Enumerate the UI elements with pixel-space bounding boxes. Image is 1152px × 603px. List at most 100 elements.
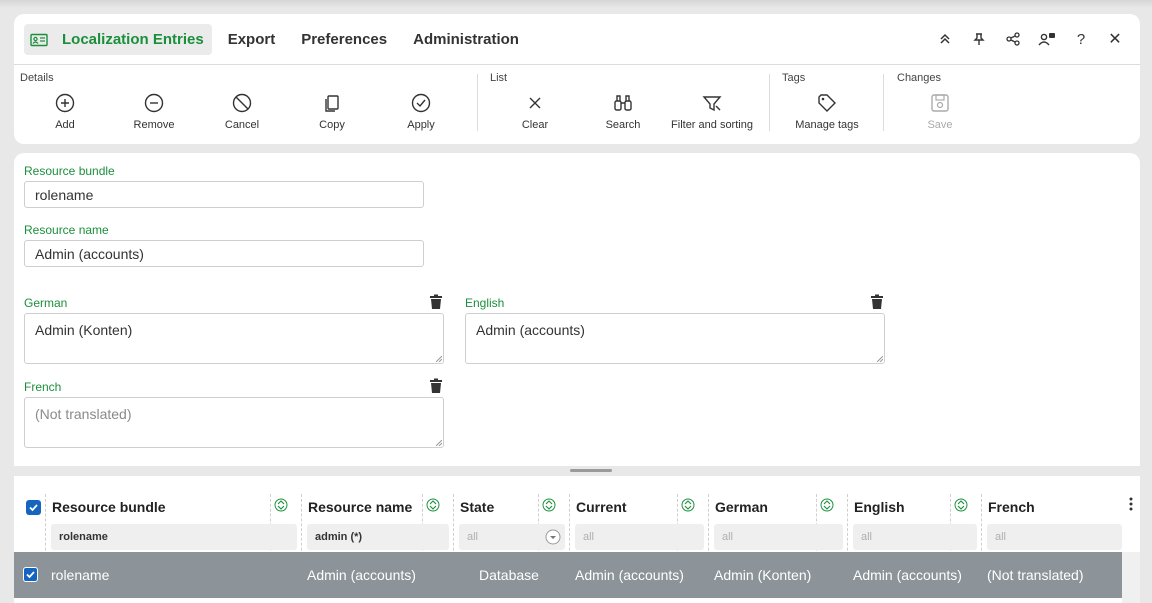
filter-state[interactable]: all [459, 524, 565, 550]
resize-grip-icon[interactable] [436, 440, 442, 446]
resource-bundle-field[interactable]: rolename [24, 181, 424, 208]
resource-bundle-label: Resource bundle [24, 164, 115, 178]
id-card-icon [30, 33, 48, 46]
pin-button[interactable] [962, 26, 996, 52]
filter-german[interactable]: all [714, 524, 843, 550]
tab-export[interactable]: Export [218, 24, 286, 55]
sort-icon[interactable] [274, 497, 288, 513]
table-row[interactable]: rolename Admin (accounts) Database Admin… [14, 552, 1122, 598]
cell-resource-bundle: rolename [51, 567, 110, 583]
row-checkbox[interactable] [23, 567, 38, 582]
apply-label: Apply [407, 119, 435, 131]
window-actions: ? ✕ [928, 26, 1132, 52]
splitter-handle[interactable] [570, 469, 612, 472]
user-admin-icon [1038, 33, 1055, 46]
collapse-up-button[interactable] [928, 26, 962, 52]
german-label: German [24, 296, 68, 310]
column-header-english[interactable]: English [854, 496, 905, 518]
clear-label: Clear [521, 119, 549, 131]
search-button[interactable]: Search [603, 92, 643, 131]
filter-resource-bundle[interactable]: rolename [51, 524, 297, 550]
close-button[interactable]: ✕ [1098, 26, 1132, 52]
filter-sorting-label: Filter and sorting [671, 119, 753, 131]
filter-english[interactable]: all [853, 524, 977, 550]
chevron-down-icon[interactable] [545, 529, 561, 545]
panel-splitter[interactable] [14, 466, 1140, 476]
cell-english: Admin (accounts) [853, 567, 962, 583]
resize-grip-icon[interactable] [877, 356, 883, 362]
filter-icon [702, 96, 722, 112]
filter-french[interactable]: all [987, 524, 1122, 550]
english-label: English [465, 296, 505, 310]
english-textarea[interactable]: Admin (accounts) [465, 313, 885, 364]
tab-localization-entries[interactable]: Localization Entries [24, 24, 212, 55]
cancel-label: Cancel [224, 119, 260, 131]
tab-preferences[interactable]: Preferences [291, 24, 397, 55]
save-label: Save [927, 119, 953, 131]
french-textarea[interactable]: (Not translated) [24, 397, 444, 448]
save-button[interactable]: Save [920, 92, 960, 131]
filter-current[interactable]: all [575, 524, 704, 550]
pin-icon [973, 33, 985, 45]
filter-sorting-button[interactable]: Filter and sorting [667, 92, 757, 131]
copy-button[interactable]: Copy [312, 92, 352, 131]
group-label-details: Details [20, 72, 54, 84]
binoculars-icon [614, 95, 632, 111]
remove-button[interactable]: Remove [130, 92, 178, 131]
header-divider [14, 64, 1140, 65]
cell-state: Database [479, 567, 539, 583]
add-label: Add [55, 119, 75, 131]
copy-label: Copy [319, 119, 345, 131]
resource-name-value: Admin (accounts) [35, 245, 144, 262]
apply-button[interactable]: Apply [401, 92, 441, 131]
sort-icon[interactable] [820, 497, 834, 513]
help-button[interactable]: ? [1064, 26, 1098, 52]
manage-tags-label: Manage tags [795, 119, 859, 131]
sort-icon[interactable] [681, 497, 695, 513]
manage-tags-button[interactable]: Manage tags [792, 92, 862, 131]
help-icon: ? [1076, 30, 1086, 48]
tab-label: Localization Entries [62, 31, 204, 48]
german-textarea[interactable]: Admin (Konten) [24, 313, 444, 364]
column-header-resource-name[interactable]: Resource name [308, 496, 412, 518]
share-button[interactable] [996, 26, 1030, 52]
trash-icon[interactable] [870, 294, 884, 310]
trash-icon[interactable] [429, 294, 443, 310]
sort-icon[interactable] [426, 497, 440, 513]
german-value: Admin (Konten) [35, 322, 133, 338]
save-icon [931, 94, 949, 112]
column-header-french[interactable]: French [988, 496, 1035, 518]
check-circle-icon [411, 93, 431, 113]
column-header-german[interactable]: German [715, 496, 768, 518]
resource-bundle-value: rolename [35, 186, 94, 203]
clear-button[interactable]: Clear [515, 92, 555, 131]
column-header-state[interactable]: State [460, 496, 494, 518]
column-header-current[interactable]: Current [576, 496, 627, 518]
search-label: Search [605, 119, 641, 131]
cell-current: Admin (accounts) [575, 567, 684, 583]
resize-grip-icon[interactable] [436, 356, 442, 362]
select-all-checkbox[interactable] [26, 500, 41, 515]
vertical-scrollbar[interactable] [1122, 552, 1140, 603]
tab-label: Export [227, 31, 276, 48]
close-icon: ✕ [1108, 31, 1122, 48]
toolbar-separator [883, 74, 884, 131]
detail-form: Resource bundle rolename Resource name A… [14, 153, 1140, 466]
tab-administration[interactable]: Administration [403, 24, 529, 55]
more-options-icon[interactable] [1128, 496, 1134, 512]
check-icon [24, 568, 37, 581]
group-label-changes: Changes [897, 72, 942, 84]
cancel-circle-icon [232, 93, 252, 113]
user-admin-button[interactable] [1030, 26, 1064, 52]
sort-icon[interactable] [542, 497, 556, 513]
cancel-button[interactable]: Cancel [222, 92, 262, 131]
add-button[interactable]: Add [45, 92, 85, 131]
copy-icon [325, 95, 339, 112]
tab-label: Preferences [301, 31, 388, 48]
sort-icon[interactable] [954, 497, 968, 513]
column-header-resource-bundle[interactable]: Resource bundle [52, 496, 166, 518]
resource-name-field[interactable]: Admin (accounts) [24, 240, 424, 267]
trash-icon[interactable] [429, 378, 443, 394]
cell-resource-name: Admin (accounts) [307, 567, 416, 583]
filter-resource-name[interactable]: admin (*) [307, 524, 449, 550]
